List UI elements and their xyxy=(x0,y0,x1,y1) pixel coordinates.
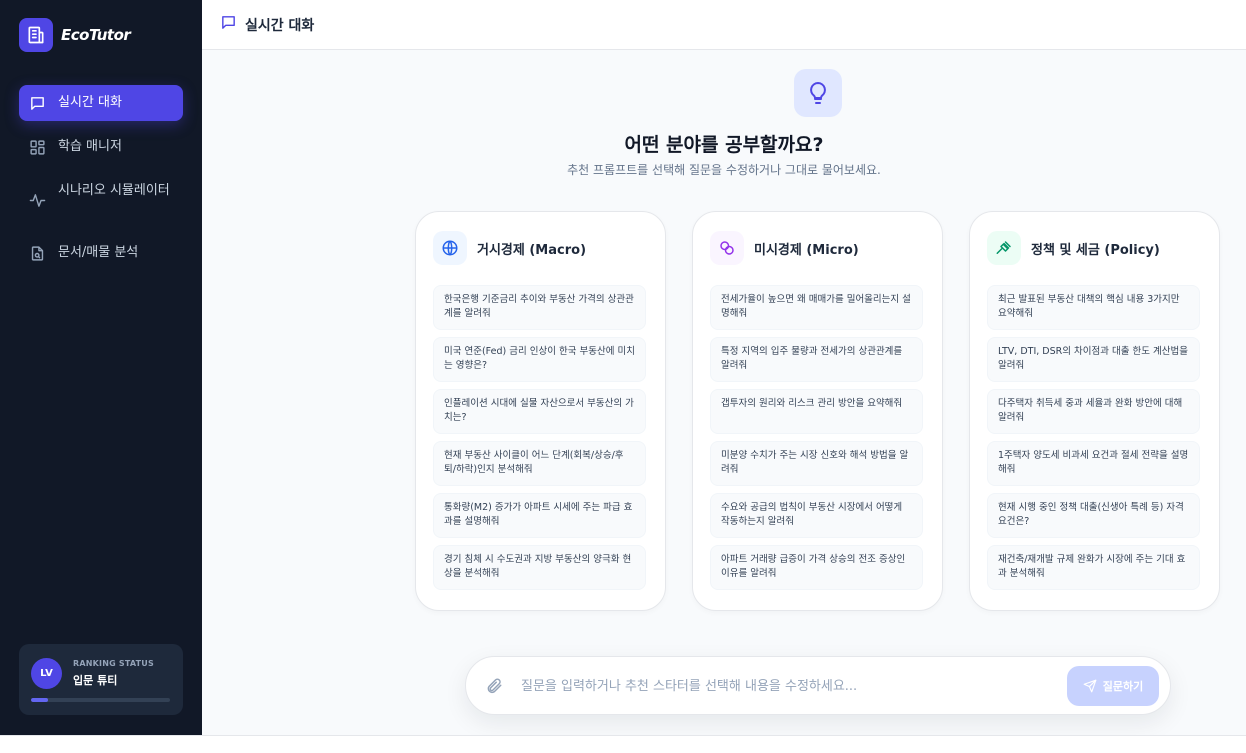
prompt-item[interactable]: 다주택자 취득세 중과 세율과 완화 방안에 대해 알려줘 xyxy=(987,389,1200,434)
prompt-item[interactable]: 특정 지역의 입주 물량과 전세가의 상관관계를 알려줘 xyxy=(710,337,923,382)
bottom-edge xyxy=(0,735,1246,753)
category-title: 정책 및 세금 (Policy) xyxy=(1031,242,1160,258)
prompt-item[interactable]: 전세가율이 높으면 왜 매매가를 밀어올리는지 설명해줘 xyxy=(710,285,923,330)
main-panel: 실시간 대화 어떤 분야를 공부할까요? 추천 프롬프트를 선택해 질문을 수정… xyxy=(202,0,1246,735)
sidebar-item-label: 문서/매물 분석 xyxy=(58,245,139,260)
prompt-item[interactable]: 통화량(M2) 증가가 아파트 시세에 주는 파급 효과를 설명해줘 xyxy=(433,493,646,538)
coins-icon xyxy=(710,231,744,265)
ask-button[interactable]: 질문하기 xyxy=(1067,666,1159,706)
category-title: 미시경제 (Micro) xyxy=(754,242,859,258)
prompt-item[interactable]: 아파트 거래량 급증이 가격 상승의 전조 증상인 이유를 알려줘 xyxy=(710,545,923,590)
ranking-progress-fill xyxy=(31,698,48,702)
brand[interactable]: EcoTutor xyxy=(19,18,131,52)
building-icon xyxy=(19,18,53,52)
prompt-item[interactable]: LTV, DTI, DSR의 차이점과 대출 한도 계산법을 알려줘 xyxy=(987,337,1200,382)
ranking-progress-bar xyxy=(31,698,170,702)
prompt-item[interactable]: 경기 침체 시 수도권과 지방 부동산의 양극화 현상을 분석해줘 xyxy=(433,545,646,590)
prompt-item[interactable]: 재건축/재개발 규제 완화가 시장에 주는 기대 효과 분석해줘 xyxy=(987,545,1200,590)
ranking-status-card: LV RANKING STATUS 입문 튜티 xyxy=(19,644,183,715)
prompt-item[interactable]: 현재 시행 중인 정책 대출(신생아 특례 등) 자격 요건은? xyxy=(987,493,1200,538)
ranking-label: RANKING STATUS xyxy=(73,659,154,668)
category-card-policy: 정책 및 세금 (Policy) 최근 발표된 부동산 대책의 핵심 내용 3가… xyxy=(969,211,1220,611)
document-search-icon xyxy=(28,244,46,262)
header: 실시간 대화 xyxy=(202,0,1246,50)
app-name: EcoTutor xyxy=(61,26,131,44)
chat-icon xyxy=(220,14,237,35)
hero-title: 어떤 분야를 공부할까요? xyxy=(624,134,824,156)
sidebar-item-live-chat[interactable]: 실시간 대화 xyxy=(19,85,183,121)
sidebar-nav: 실시간 대화 학습 매니저 시나리오 시뮬레이터 문서/매물 분석 xyxy=(19,85,183,279)
category-card-macro: 거시경제 (Macro) 한국은행 기준금리 추이와 부동산 가격의 상관관계를… xyxy=(415,211,666,611)
sidebar-item-label: 실시간 대화 xyxy=(58,95,122,110)
paperclip-icon[interactable] xyxy=(483,675,505,697)
globe-icon xyxy=(433,231,467,265)
gavel-icon xyxy=(987,231,1021,265)
prompt-item[interactable]: 한국은행 기준금리 추이와 부동산 가격의 상관관계를 알려줘 xyxy=(433,285,646,330)
question-input[interactable] xyxy=(521,671,1051,701)
prompt-item[interactable]: 미분양 수치가 주는 시장 신호와 해석 방법을 알려줘 xyxy=(710,441,923,486)
sidebar-item-learning-manager[interactable]: 학습 매니저 xyxy=(19,129,183,165)
lightbulb-icon xyxy=(794,69,842,117)
sidebar: EcoTutor 실시간 대화 학습 매니저 시나리오 시뮬레이터 문서/매물 … xyxy=(0,0,202,735)
avatar: LV xyxy=(31,658,62,689)
hero-subtitle: 추천 프롬프트를 선택해 질문을 수정하거나 그대로 물어보세요. xyxy=(567,163,881,177)
send-icon xyxy=(1083,679,1097,693)
prompt-item[interactable]: 1주택자 양도세 비과세 요건과 절세 전략을 설명해줘 xyxy=(987,441,1200,486)
category-title: 거시경제 (Macro) xyxy=(477,242,587,258)
page-title: 실시간 대화 xyxy=(245,17,315,34)
pulse-icon xyxy=(28,191,46,209)
ask-button-label: 질문하기 xyxy=(1102,681,1144,693)
prompt-item[interactable]: 인플레이션 시대에 실물 자산으로서 부동산의 가치는? xyxy=(433,389,646,434)
sidebar-item-document-analysis[interactable]: 문서/매물 분석 xyxy=(19,235,183,271)
chat-composer: 질문하기 xyxy=(465,656,1171,715)
sidebar-item-scenario-simulator[interactable]: 시나리오 시뮬레이터 xyxy=(19,173,183,227)
prompt-item[interactable]: 미국 연준(Fed) 금리 인상이 한국 부동산에 미치는 영향은? xyxy=(433,337,646,382)
prompt-item[interactable]: 현재 부동산 사이클이 어느 단계(회복/상승/후퇴/하락)인지 분석해줘 xyxy=(433,441,646,486)
ranking-value: 입문 튜티 xyxy=(73,674,118,687)
category-card-micro: 미시경제 (Micro) 전세가율이 높으면 왜 매매가를 밀어올리는지 설명해… xyxy=(692,211,943,611)
prompt-item[interactable]: 최근 발표된 부동산 대책의 핵심 내용 3가지만 요약해줘 xyxy=(987,285,1200,330)
chat-icon xyxy=(28,94,46,112)
sidebar-item-label: 시나리오 시뮬레이터 xyxy=(58,183,170,198)
grid-icon xyxy=(28,138,46,156)
prompt-item[interactable]: 갭투자의 원리와 리스크 관리 방안을 요약해줘 xyxy=(710,389,923,434)
sidebar-item-label: 학습 매니저 xyxy=(58,139,122,154)
prompt-item[interactable]: 수요와 공급의 법칙이 부동산 시장에서 어떻게 작동하는지 알려줘 xyxy=(710,493,923,538)
